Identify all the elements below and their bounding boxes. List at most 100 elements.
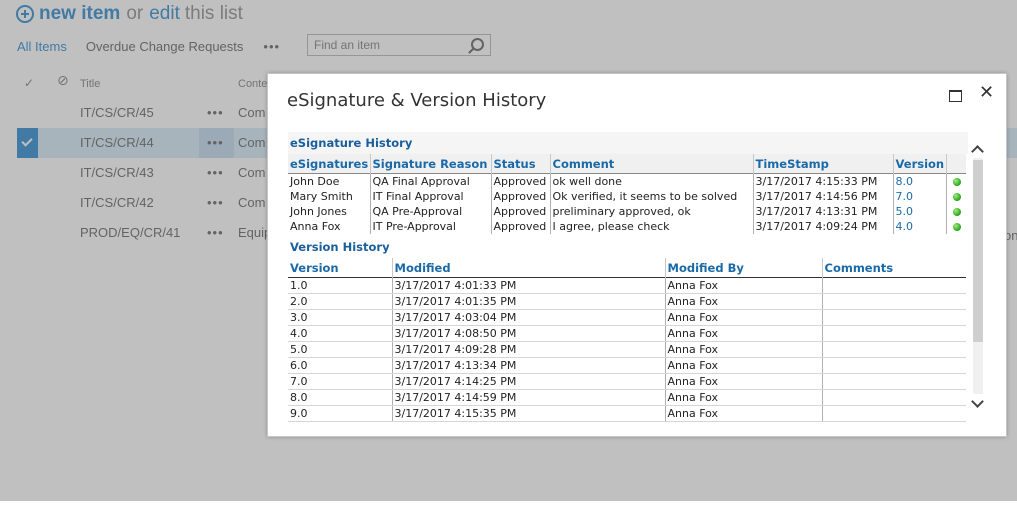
esig-cell-comment: I agree, please check — [549, 219, 753, 234]
version-cell-comments — [821, 405, 966, 422]
version-cell-version: 4.0 — [288, 325, 392, 342]
version-cell-modified: 3/17/2017 4:03:04 PM — [391, 309, 665, 326]
esig-column-header: TimeStamp — [752, 154, 893, 174]
status-ok-icon — [952, 178, 961, 186]
version-cell-version: 6.0 — [288, 357, 392, 374]
esig-cell-status: Approved — [490, 204, 550, 219]
version-cell-modified: 3/17/2017 4:09:28 PM — [391, 341, 665, 358]
version-row: 4.0 3/17/2017 4:08:50 PM Anna Fox — [288, 325, 966, 342]
maximize-icon[interactable] — [949, 90, 962, 102]
esig-status-cell — [945, 204, 966, 219]
esig-column-header: Version — [892, 154, 946, 174]
esig-cell-comment: Ok verified, it seems to be solved — [549, 189, 753, 204]
version-section-title: Version History — [288, 236, 968, 258]
version-cell-modified: 3/17/2017 4:14:59 PM — [391, 389, 665, 406]
version-cell-by: Anna Fox — [664, 309, 822, 326]
esig-column-header: Signature Reason — [369, 154, 491, 174]
esig-cell-comment: ok well done — [549, 173, 753, 189]
version-cell-comments — [821, 373, 966, 390]
close-icon[interactable]: ✕ — [979, 83, 994, 103]
version-column-header: Modified By — [664, 258, 822, 278]
version-row: 9.0 3/17/2017 4:15:35 PM Anna Fox — [288, 405, 966, 422]
version-row: 8.0 3/17/2017 4:14:59 PM Anna Fox — [288, 389, 966, 406]
esig-cell-version[interactable]: 8.0 — [892, 173, 946, 189]
esig-cell-name: John Jones — [290, 205, 347, 218]
esig-cell-reason: IT Pre-Approval — [369, 219, 491, 234]
version-cell-version: 7.0 — [288, 373, 392, 390]
version-cell-by: Anna Fox — [664, 293, 822, 310]
history-dialog: eSignature & Version History ✕ eSignatur… — [267, 73, 1007, 437]
version-column-header: Comments — [821, 258, 966, 278]
version-cell-comments — [821, 309, 966, 326]
version-cell-comments — [821, 389, 966, 406]
version-cell-comments — [821, 293, 966, 310]
esig-status-cell — [945, 189, 966, 204]
version-cell-modified: 3/17/2017 4:14:25 PM — [391, 373, 665, 390]
version-cell-version: 8.0 — [288, 389, 392, 406]
scroll-down-icon[interactable] — [971, 395, 984, 408]
esig-cell-status: Approved — [490, 219, 550, 234]
version-cell-by: Anna Fox — [664, 405, 822, 422]
scroll-thumb[interactable] — [973, 160, 983, 342]
version-cell-version: 2.0 — [288, 293, 392, 310]
esig-cell-name: Anna Fox — [290, 220, 341, 233]
esig-cell-reason: QA Final Approval — [369, 173, 491, 189]
esignature-section-title: eSignature History — [288, 132, 968, 154]
esignature-table: eSignatures Signature Reason Status Comment… — [288, 154, 966, 234]
version-row: 2.0 3/17/2017 4:01:35 PM Anna Fox — [288, 293, 966, 310]
esig-cell-name: John Doe — [290, 175, 340, 188]
esig-cell-version[interactable]: 4.0 — [892, 219, 946, 234]
version-cell-comments — [821, 357, 966, 374]
version-column-header: Version — [288, 258, 392, 278]
status-ok-icon — [952, 208, 961, 216]
version-row: 5.0 3/17/2017 4:09:28 PM Anna Fox — [288, 341, 966, 358]
status-ok-icon — [952, 193, 961, 201]
version-cell-modified: 3/17/2017 4:15:35 PM — [391, 405, 665, 422]
version-row: 3.0 3/17/2017 4:03:04 PM Anna Fox — [288, 309, 966, 326]
esig-cell-timestamp: 3/17/2017 4:14:56 PM — [752, 189, 893, 204]
version-cell-modified: 3/17/2017 4:08:50 PM — [391, 325, 665, 342]
version-cell-modified: 3/17/2017 4:01:33 PM — [391, 277, 665, 294]
esig-status-cell — [945, 219, 966, 234]
esig-cell-reason: QA Pre-Approval — [369, 204, 491, 219]
version-cell-comments — [821, 341, 966, 358]
esig-column-status-header — [945, 154, 966, 174]
dialog-scrollbar[interactable] — [970, 126, 986, 428]
esig-row: Mary Smith IT Final Approval Approved Ok ve… — [288, 189, 966, 204]
version-cell-by: Anna Fox — [664, 373, 822, 390]
esig-column-header: Comment — [549, 154, 753, 174]
esig-cell-version[interactable]: 7.0 — [892, 189, 946, 204]
version-row: 7.0 3/17/2017 4:14:25 PM Anna Fox — [288, 373, 966, 390]
version-cell-version: 1.0 — [288, 277, 392, 294]
esig-cell-reason: IT Final Approval — [369, 189, 491, 204]
esig-cell-version[interactable]: 5.0 — [892, 204, 946, 219]
esig-cell-timestamp: 3/17/2017 4:09:24 PM — [752, 219, 893, 234]
esig-cell-status: Approved — [490, 189, 550, 204]
version-cell-modified: 3/17/2017 4:01:35 PM — [391, 293, 665, 310]
status-ok-icon — [952, 223, 961, 231]
esig-cell-status: Approved — [490, 173, 550, 189]
esig-cell-timestamp: 3/17/2017 4:15:33 PM — [752, 173, 893, 189]
version-table: Version Modified Modified By Comments 1.0 3/… — [288, 258, 966, 422]
esig-row: John Jones QA Pre-Approval Approved prelimi… — [288, 204, 966, 219]
version-cell-comments — [821, 277, 966, 294]
esig-row: John Doe QA Final Approval Approved ok well… — [288, 173, 966, 189]
esig-column-header: Status — [490, 154, 550, 174]
version-cell-by: Anna Fox — [664, 389, 822, 406]
dialog-title: eSignature & Version History — [287, 90, 547, 111]
esig-cell-timestamp: 3/17/2017 4:13:31 PM — [752, 204, 893, 219]
esig-column-header: eSignatures — [288, 154, 370, 174]
version-cell-by: Anna Fox — [664, 341, 822, 358]
version-cell-version: 5.0 — [288, 341, 392, 358]
esig-cell-name: Mary Smith — [290, 190, 353, 203]
version-cell-by: Anna Fox — [664, 357, 822, 374]
version-cell-comments — [821, 325, 966, 342]
version-cell-version: 9.0 — [288, 405, 392, 422]
version-cell-by: Anna Fox — [664, 325, 822, 342]
esig-cell-comment: preliminary approved, ok — [549, 204, 753, 219]
esig-status-cell — [945, 173, 966, 189]
version-row: 6.0 3/17/2017 4:13:34 PM Anna Fox — [288, 357, 966, 374]
dialog-body[interactable]: eSignature History eSignatures Signature … — [288, 132, 968, 427]
scroll-up-icon[interactable] — [971, 145, 984, 158]
page-bottom — [0, 501, 1017, 510]
